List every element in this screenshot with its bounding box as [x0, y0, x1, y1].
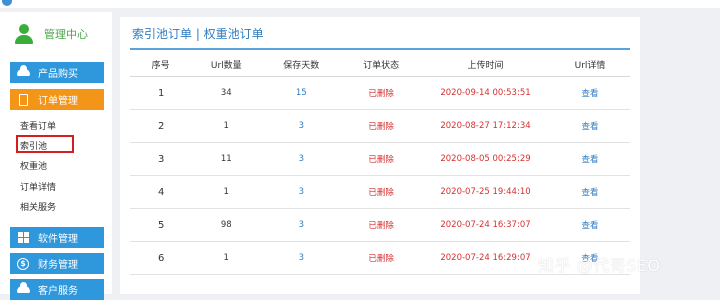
grid-icon	[16, 231, 30, 245]
row-number: 4	[130, 175, 192, 209]
logo-icon	[2, 0, 12, 6]
status-badge: 已删除	[341, 142, 421, 176]
column-header: Url详情	[550, 53, 630, 77]
upload-time: 2020-09-14 00:53:51	[420, 76, 551, 110]
sub-item-view-orders[interactable]: 查看订单	[20, 119, 56, 132]
admin-center[interactable]: 管理中心	[14, 22, 88, 46]
save-days: 3	[261, 241, 342, 275]
row-number: 3	[130, 142, 192, 176]
menu-finance-management[interactable]: $ 财务管理	[10, 253, 104, 274]
save-days: 3	[261, 208, 342, 242]
save-days: 3	[261, 109, 342, 143]
menu-software-management[interactable]: 软件管理	[10, 227, 104, 248]
table-header-row: 序号 Url数量 保存天数 订单状态 上传时间 Url详情	[130, 53, 630, 77]
row-number: 6	[130, 241, 192, 275]
column-header: 保存天数	[261, 53, 342, 77]
page-title[interactable]: 索引池订单 | 权重池订单	[132, 25, 264, 42]
menu-label: 客户服务	[38, 286, 78, 297]
table-row: 4 1 3 已删除 2020-07-25 19:44:10 查看	[130, 175, 630, 209]
sub-item-weight-pool[interactable]: 权重池	[20, 159, 47, 172]
cloud-icon	[16, 65, 30, 80]
menu-label: 财务管理	[38, 260, 78, 271]
view-link[interactable]: 查看	[550, 175, 630, 209]
menu-label: 产品购买	[38, 69, 78, 80]
status-badge: 已删除	[341, 109, 421, 143]
row-number: 2	[130, 109, 192, 143]
status-badge: 已删除	[341, 241, 421, 275]
sub-item-order-details[interactable]: 订单详情	[20, 180, 56, 193]
upload-time: 2020-08-05 00:25:29	[420, 142, 551, 176]
url-count: 1	[191, 109, 262, 143]
menu-label: 订单管理	[38, 96, 78, 107]
view-link[interactable]: 查看	[550, 142, 630, 176]
upload-time: 2020-07-24 16:29:07	[420, 241, 551, 275]
document-icon	[16, 93, 30, 107]
save-days: 3	[261, 142, 342, 176]
status-badge: 已删除	[341, 76, 421, 110]
view-link[interactable]: 查看	[550, 109, 630, 143]
sidebar	[0, 12, 112, 294]
column-header: 序号	[130, 53, 192, 77]
view-link[interactable]: 查看	[550, 208, 630, 242]
column-header: Url数量	[191, 53, 262, 77]
menu-order-management[interactable]: 订单管理	[10, 89, 104, 110]
url-count: 1	[191, 241, 262, 275]
menu-customer-service[interactable]: 客户服务	[10, 279, 104, 300]
view-link[interactable]: 查看	[550, 76, 630, 110]
menu-label: 软件管理	[38, 234, 78, 245]
cloud-icon	[16, 282, 30, 297]
column-header: 订单状态	[341, 53, 421, 77]
row-number: 5	[130, 208, 192, 242]
upload-time: 2020-08-27 17:12:34	[420, 109, 551, 143]
menu-product-purchase[interactable]: 产品购买	[10, 62, 104, 83]
highlight-box	[16, 135, 74, 153]
user-icon	[14, 24, 34, 44]
status-badge: 已删除	[341, 175, 421, 209]
url-count: 1	[191, 175, 262, 209]
table-row: 3 11 3 已删除 2020-08-05 00:25:29 查看	[130, 142, 630, 176]
save-days: 15	[261, 76, 342, 110]
url-count: 11	[191, 142, 262, 176]
upload-time: 2020-07-25 19:44:10	[420, 175, 551, 209]
table-row: 2 1 3 已删除 2020-08-27 17:12:34 查看	[130, 109, 630, 143]
url-count: 98	[191, 208, 262, 242]
sub-item-related-services[interactable]: 相关服务	[20, 200, 56, 213]
title-divider	[130, 48, 630, 50]
watermark: 知乎 @代哥SEO	[538, 256, 661, 275]
url-count: 34	[191, 76, 262, 110]
admin-center-label: 管理中心	[44, 28, 88, 41]
orders-table: 序号 Url数量 保存天数 订单状态 上传时间 Url详情 1 34 15 已删…	[130, 53, 630, 275]
dollar-icon: $	[16, 257, 30, 271]
top-bar	[0, 0, 720, 8]
table-row: 1 34 15 已删除 2020-09-14 00:53:51 查看	[130, 76, 630, 110]
status-badge: 已删除	[341, 208, 421, 242]
table-row: 5 98 3 已删除 2020-07-24 16:37:07 查看	[130, 208, 630, 242]
row-number: 1	[130, 76, 192, 110]
column-header: 上传时间	[420, 53, 551, 77]
upload-time: 2020-07-24 16:37:07	[420, 208, 551, 242]
save-days: 3	[261, 175, 342, 209]
